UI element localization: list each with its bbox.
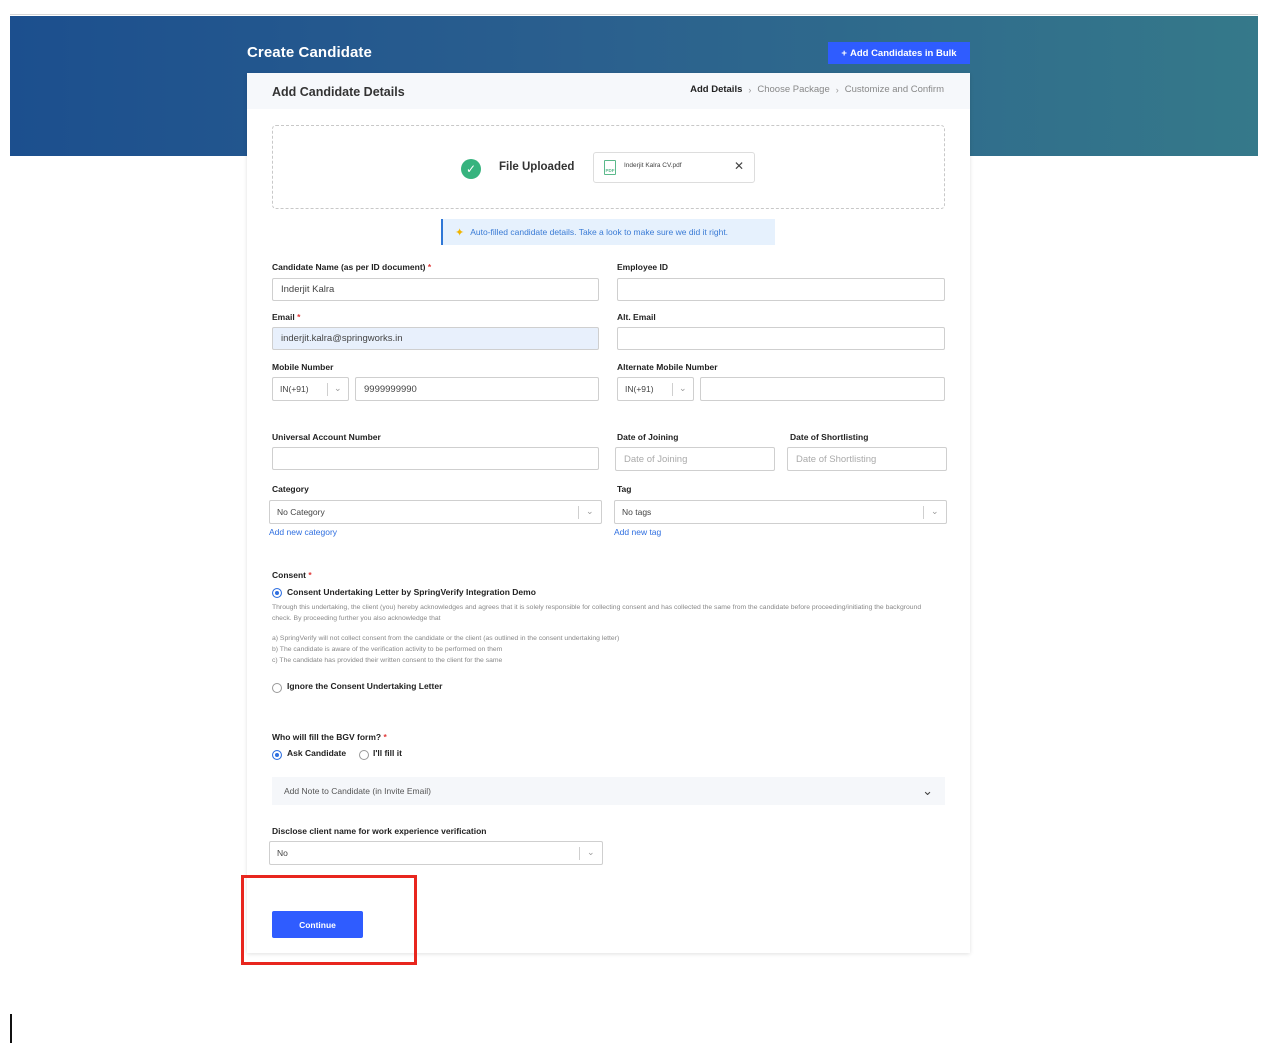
plus-icon: + [841, 47, 847, 59]
consent-point: b) The candidate is aware of the verific… [272, 646, 503, 653]
chevron-down-icon: ⌄ [586, 506, 594, 516]
ignore-consent-label: Ignore the Consent Undertaking Letter [287, 681, 443, 691]
alt-email-label: Alt. Email [617, 312, 656, 322]
page-title: Create Candidate [247, 44, 372, 61]
ignore-consent-radio[interactable] [272, 683, 282, 693]
disclose-client-select[interactable]: No ⌄ [269, 841, 603, 865]
mobile-label: Mobile Number [272, 362, 334, 372]
step-add-details: Add Details [690, 84, 743, 95]
mobile-number-input[interactable] [355, 377, 599, 401]
tag-select[interactable]: No tags ⌄ [614, 500, 947, 524]
date-of-joining-input[interactable] [615, 447, 775, 471]
fill-myself-radio[interactable] [359, 750, 369, 760]
uan-label: Universal Account Number [272, 432, 381, 442]
step-breadcrumb: Add Details › Choose Package › Customize… [690, 84, 944, 95]
date-of-shortlisting-input[interactable] [787, 447, 947, 471]
chevron-down-icon: ⌄ [931, 506, 939, 516]
highlight-annotation-box [241, 875, 417, 965]
upload-status: File Uploaded [499, 161, 575, 173]
add-new-tag-link[interactable]: Add new tag [614, 527, 661, 537]
mobile-country-code-select[interactable]: IN(+91) ⌄ [272, 377, 349, 401]
top-divider [10, 14, 1258, 15]
date-of-joining-label: Date of Joining [617, 432, 679, 442]
autofill-notice-text: Auto-filled candidate details. Take a lo… [470, 227, 729, 237]
add-note-label: Add Note to Candidate (in Invite Email) [284, 786, 431, 796]
card-header: Add Candidate Details Add Details › Choo… [247, 73, 970, 109]
uploaded-file-name: Inderjit Kalra CV.pdf [624, 162, 682, 169]
candidate-name-input[interactable] [272, 278, 599, 301]
category-select[interactable]: No Category ⌄ [269, 500, 602, 524]
alt-email-input[interactable] [617, 327, 945, 350]
ask-candidate-radio[interactable] [272, 750, 282, 760]
alt-mobile-number-input[interactable] [700, 377, 945, 401]
alt-mobile-country-code-select[interactable]: IN(+91) ⌄ [617, 377, 694, 401]
consent-point: c) The candidate has provided their writ… [272, 657, 503, 664]
consent-description: Through this undertaking, the client (yo… [272, 604, 922, 622]
consent-point: a) SpringVerify will not collect consent… [272, 635, 620, 642]
add-new-category-link[interactable]: Add new category [269, 527, 337, 537]
email-input[interactable] [272, 327, 599, 350]
ask-candidate-label: Ask Candidate [287, 748, 347, 758]
tag-label: Tag [617, 484, 632, 494]
email-label: Email * [272, 312, 301, 322]
close-icon[interactable]: ✕ [734, 159, 744, 173]
add-note-accordion[interactable]: Add Note to Candidate (in Invite Email) … [272, 777, 945, 805]
chevron-down-icon: ⌄ [334, 383, 342, 393]
autofill-notice: ✦ Auto-filled candidate details. Take a … [441, 219, 775, 245]
check-circle-icon: ✓ [461, 159, 481, 179]
chevron-down-icon: ⌄ [922, 783, 933, 798]
employee-id-input[interactable] [617, 278, 945, 301]
text-cursor-mark [10, 1014, 12, 1043]
alt-mobile-label: Alternate Mobile Number [617, 362, 718, 372]
candidate-name-label: Candidate Name (as per ID document) * [272, 262, 432, 272]
employee-id-label: Employee ID [617, 262, 669, 272]
consent-label: Consent * [272, 570, 312, 580]
step-customize-confirm: Customize and Confirm [844, 84, 944, 95]
bulk-button-label: Add Candidates in Bulk [849, 47, 957, 59]
category-label: Category [272, 484, 309, 494]
chevron-right-icon: › [835, 84, 839, 95]
date-of-shortlisting-label: Date of Shortlisting [790, 432, 869, 442]
chevron-down-icon: ⌄ [587, 847, 595, 857]
consent-undertaking-label: Consent Undertaking Letter by SpringVeri… [287, 587, 536, 597]
uploaded-file-chip: PDF Inderjit Kalra CV.pdf ✕ [593, 152, 755, 183]
card-title: Add Candidate Details [272, 85, 405, 99]
step-choose-package: Choose Package [757, 84, 830, 95]
pdf-file-icon: PDF [604, 160, 616, 175]
chevron-down-icon: ⌄ [679, 383, 687, 393]
bgv-filler-label: Who will fill the BGV form? * [272, 732, 387, 742]
sparkle-icon: ✦ [455, 226, 465, 239]
fill-myself-label: I'll fill it [373, 748, 402, 758]
consent-undertaking-radio[interactable] [272, 588, 282, 598]
disclose-client-label: Disclose client name for work experience… [272, 826, 487, 836]
candidate-form-card: Add Candidate Details Add Details › Choo… [247, 73, 970, 953]
add-candidates-bulk-button[interactable]: + Add Candidates in Bulk [828, 42, 970, 64]
uan-input[interactable] [272, 447, 599, 470]
file-upload-area[interactable]: ✓ File Uploaded PDF Inderjit Kalra CV.pd… [272, 125, 945, 209]
chevron-right-icon: › [748, 84, 752, 95]
